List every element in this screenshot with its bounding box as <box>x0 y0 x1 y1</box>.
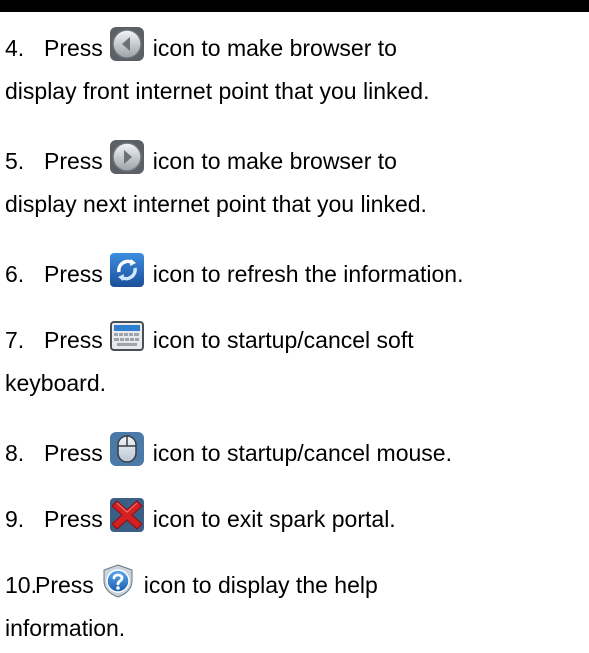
top-bar <box>0 0 589 12</box>
item-number: 6. <box>5 261 25 287</box>
forward-icon <box>109 139 145 175</box>
item-text: icon to startup/cancel soft <box>152 327 414 353</box>
item-text: icon to make browser to <box>152 35 397 61</box>
item-continuation: keyboard. <box>5 370 107 396</box>
item-text: icon to make browser to <box>152 148 397 174</box>
press-label: Press <box>35 572 94 598</box>
keyboard-icon <box>109 318 145 354</box>
item-continuation: display front internet point that you li… <box>5 78 430 104</box>
item-text: icon to refresh the information. <box>152 261 464 287</box>
item-continuation: display next internet point that you lin… <box>5 191 427 217</box>
press-label: Press <box>44 148 103 174</box>
item-number: 7. <box>5 327 25 353</box>
mouse-icon <box>109 431 145 467</box>
item-number: 5. <box>5 148 25 174</box>
help-icon <box>100 563 136 599</box>
list-item: 10.Press icon to display the help <box>5 563 378 600</box>
press-label: Press <box>44 35 103 61</box>
list-item: 4. Press icon to make browser to <box>5 26 397 63</box>
list-item: 9. Press icon to exit spark portal. <box>5 497 396 534</box>
item-continuation: information. <box>5 615 126 641</box>
item-number: 8. <box>5 440 25 466</box>
press-label: Press <box>44 440 103 466</box>
list-item: 8. Press icon to startup/cancel mouse. <box>5 431 452 468</box>
press-label: Press <box>44 261 103 287</box>
exit-icon <box>109 497 145 533</box>
list-item: 6. Press icon to refresh the information. <box>5 252 463 289</box>
refresh-icon <box>109 252 145 288</box>
item-text: icon to exit spark portal. <box>152 506 396 532</box>
item-text: icon to startup/cancel mouse. <box>152 440 452 466</box>
back-icon <box>109 26 145 62</box>
press-label: Press <box>44 327 103 353</box>
item-number: 10. <box>5 572 37 598</box>
item-text: icon to display the help <box>143 572 378 598</box>
item-number: 4. <box>5 35 25 61</box>
item-number: 9. <box>5 506 25 532</box>
list-item: 5. Press icon to make browser to <box>5 139 397 176</box>
list-item: 7. Press icon to startup/cancel soft <box>5 318 414 355</box>
press-label: Press <box>44 506 103 532</box>
